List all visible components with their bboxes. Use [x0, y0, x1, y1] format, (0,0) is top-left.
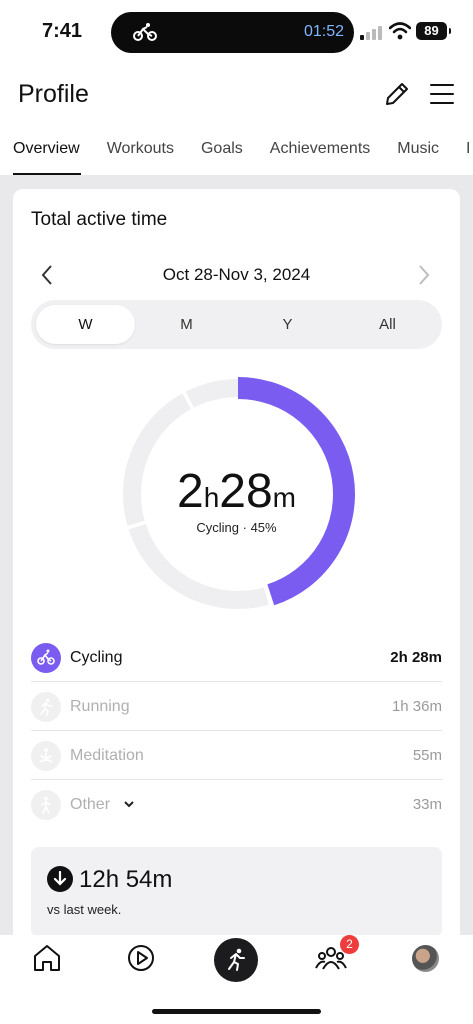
activity-name: Cycling	[70, 649, 123, 666]
hamburger-menu-icon[interactable]	[429, 80, 455, 108]
play-circle-icon[interactable]	[124, 941, 158, 975]
start-activity-button[interactable]	[214, 938, 258, 982]
tab-goals[interactable]: Goals	[201, 130, 243, 175]
battery-indicator: 89	[416, 22, 451, 40]
total-active-time: 2h28m	[13, 464, 460, 519]
meditation-icon	[31, 741, 61, 771]
activity-name: Meditation	[70, 747, 144, 764]
wifi-icon	[389, 22, 411, 40]
home-icon[interactable]	[30, 941, 64, 975]
tab-music[interactable]: Music	[397, 130, 439, 175]
activity-duration: 55m	[412, 747, 442, 764]
total-hours-unit: h	[203, 482, 220, 513]
date-range: Oct 28-Nov 3, 2024	[162, 265, 311, 284]
chevron-down-icon[interactable]	[123, 799, 135, 809]
chevron-right-icon[interactable]	[417, 264, 431, 286]
activity-timer: 01:52	[303, 23, 344, 40]
tab-partial[interactable]: I	[466, 130, 470, 175]
status-time: 7:41	[42, 20, 83, 42]
total-active-time-card: Total active time Oct 28-Nov 3, 2024 W M…	[13, 189, 460, 949]
tab-achievements[interactable]: Achievements	[270, 130, 371, 175]
donut-gap-top	[181, 389, 195, 411]
avatar[interactable]	[412, 945, 439, 972]
activity-row-running[interactable]: Running 1h 36m	[31, 683, 442, 731]
period-all[interactable]: All	[338, 305, 437, 344]
card-title: Total active time	[31, 209, 168, 230]
weekly-comparison: 12h 54m vs last week.	[31, 847, 442, 937]
home-indicator	[152, 1009, 321, 1014]
comparison-label: vs last week.	[47, 902, 122, 917]
period-week[interactable]: W	[36, 305, 135, 344]
cellular-signal-icon	[360, 26, 382, 40]
profile-tabs: Overview Workouts Goals Achievements Mus…	[0, 130, 473, 175]
total-minutes-unit: m	[272, 482, 296, 513]
dynamic-island[interactable]: 01:52	[111, 12, 354, 53]
notification-badge: 2	[340, 935, 359, 954]
donut-gap-upper	[263, 584, 275, 607]
total-minutes: 28	[219, 465, 273, 518]
activity-name: Other	[70, 796, 111, 813]
arrow-down-icon	[47, 866, 73, 892]
activity-row-meditation[interactable]: Meditation 55m	[31, 732, 442, 780]
runner-icon	[228, 948, 245, 971]
activity-row-other[interactable]: Other 33m	[31, 781, 442, 829]
status-bar: 7:41 01:52 89	[0, 0, 473, 62]
pencil-edit-icon[interactable]	[383, 80, 411, 108]
tab-overview[interactable]: Overview	[13, 130, 81, 175]
activity-row-cycling[interactable]: Cycling 2h 28m	[31, 634, 442, 682]
running-icon	[31, 692, 61, 722]
period-year[interactable]: Y	[238, 305, 337, 344]
donut-subtitle: Cycling · 45%	[196, 520, 277, 535]
cycling-activity-icon	[133, 23, 157, 41]
period-selector: W M Y All	[31, 300, 442, 349]
period-month[interactable]: M	[137, 305, 236, 344]
comparison-value: 12h 54m	[79, 866, 173, 893]
page-title: Profile	[18, 80, 89, 108]
total-hours: 2	[177, 465, 204, 518]
activity-name: Running	[70, 698, 130, 715]
cycling-icon	[31, 643, 61, 673]
activity-duration: 1h 36m	[391, 698, 442, 715]
activity-duration: 33m	[412, 796, 442, 813]
walking-icon	[31, 790, 61, 820]
tab-workouts[interactable]: Workouts	[107, 130, 174, 175]
activity-duration: 2h 28m	[390, 649, 442, 666]
